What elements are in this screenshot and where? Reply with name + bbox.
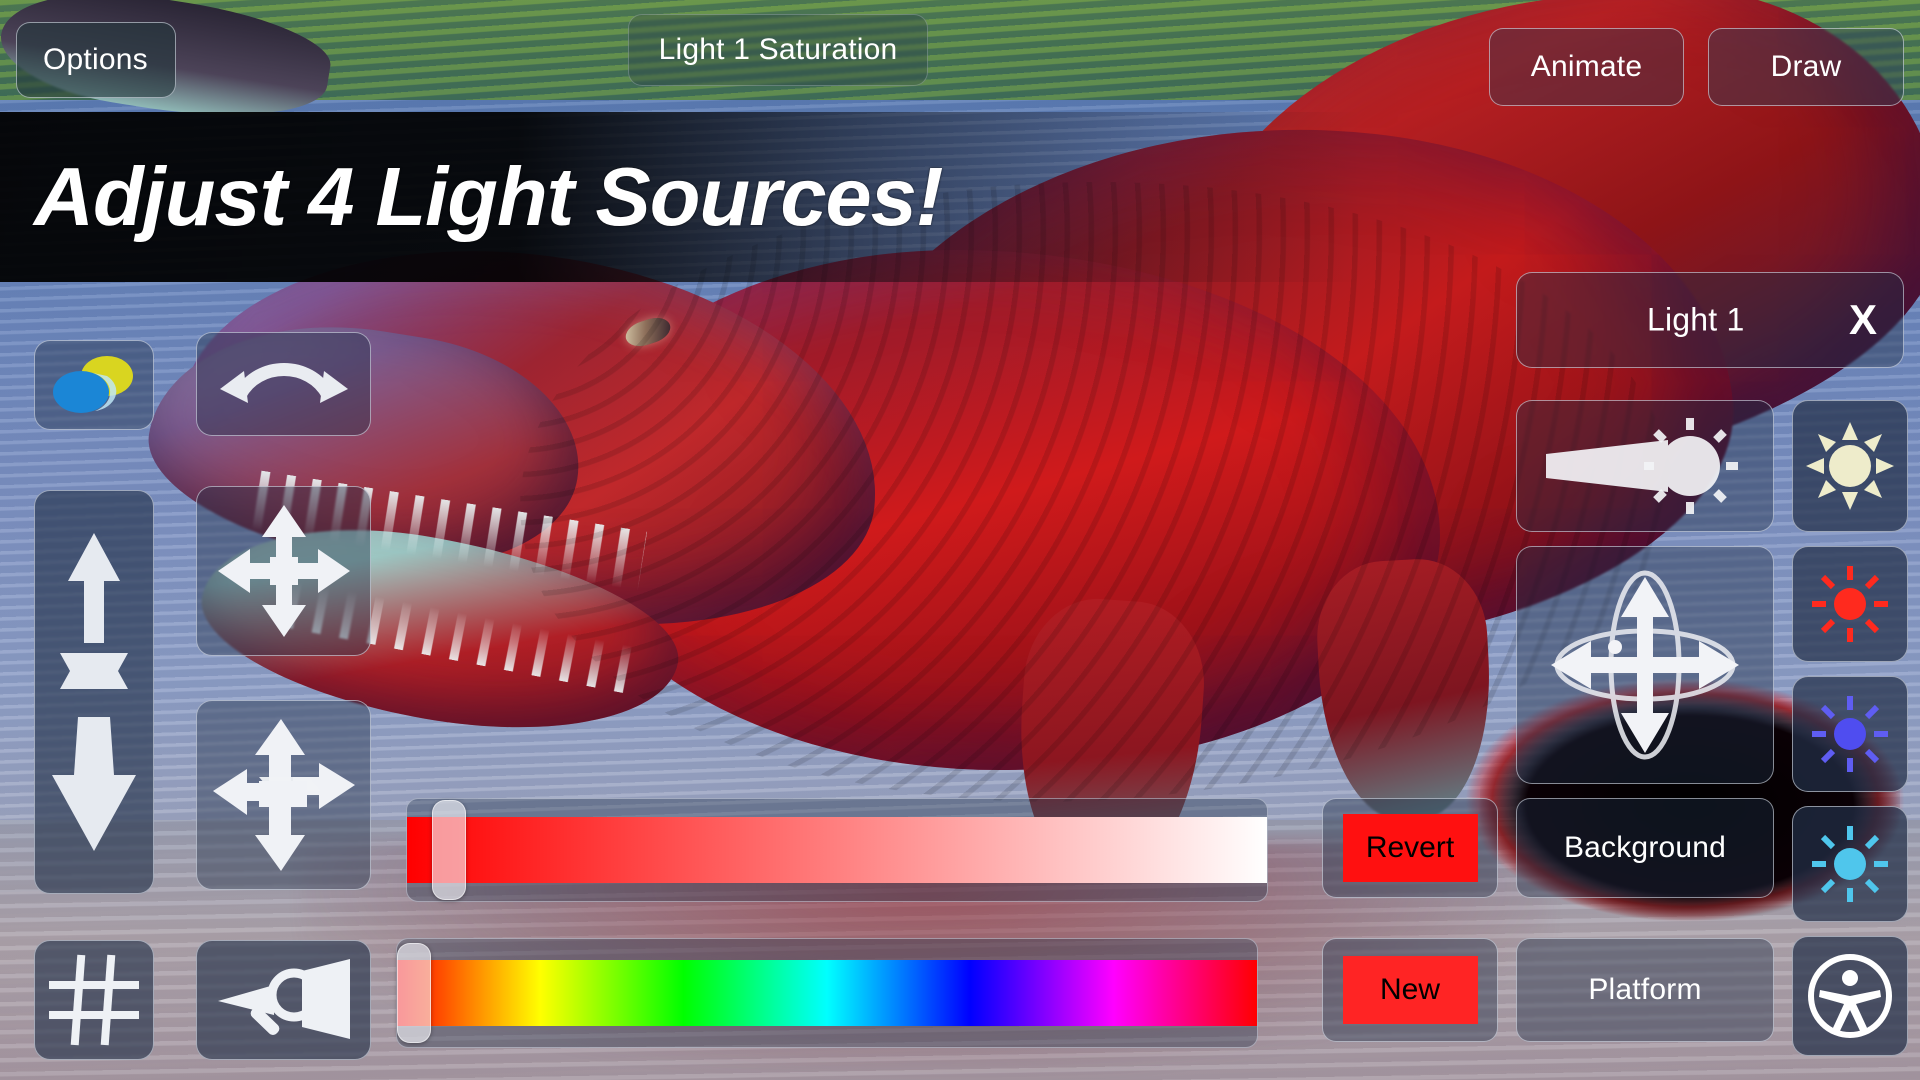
sun-light-3-icon <box>1810 694 1890 774</box>
light-swatch-4-button[interactable] <box>1792 806 1908 922</box>
saturation-slider[interactable] <box>406 798 1268 902</box>
grid-icon <box>49 954 139 1046</box>
scale-tool-button[interactable] <box>34 490 154 894</box>
promo-banner: Adjust 4 Light Sources! <box>0 112 1360 282</box>
zoom-field-of-view-icon <box>216 957 352 1043</box>
rotate-tool-button[interactable] <box>196 332 371 436</box>
light-beam-icon <box>1540 414 1750 518</box>
zoom-tool-button[interactable] <box>196 940 371 1060</box>
light-swatch-3-button[interactable] <box>1792 676 1908 792</box>
move-3d-icon <box>209 715 359 875</box>
scale-vertical-icon <box>48 527 140 857</box>
color-tool-button[interactable] <box>34 340 154 430</box>
close-icon[interactable]: X <box>1849 299 1877 341</box>
revert-color-swatch: Revert <box>1342 814 1478 882</box>
accessibility-button[interactable] <box>1792 936 1908 1056</box>
platform-button-label: Platform <box>1588 973 1702 1006</box>
draw-button[interactable]: Draw <box>1708 28 1904 106</box>
promo-banner-text: Adjust 4 Light Sources! <box>34 150 944 243</box>
move-tool-button[interactable] <box>196 486 371 656</box>
app-root: Options Light 1 Saturation Animate Draw … <box>0 0 1920 1080</box>
new-color-swatch: New <box>1342 956 1478 1024</box>
draw-button-label: Draw <box>1770 50 1842 83</box>
page-title: Light 1 Saturation <box>628 14 928 86</box>
revert-button[interactable]: Revert <box>1322 798 1498 898</box>
new-button[interactable]: New <box>1322 938 1498 1042</box>
light-panel-header: Light 1 X <box>1516 272 1904 368</box>
saturation-slider-thumb[interactable] <box>431 800 466 900</box>
hue-slider-thumb[interactable] <box>397 943 431 1043</box>
move-2d-icon <box>214 501 354 641</box>
light-beam-button[interactable] <box>1516 400 1774 532</box>
light-swatch-2-button[interactable] <box>1792 546 1908 662</box>
move-3d-tool-button[interactable] <box>196 700 371 890</box>
options-button-label: Options <box>43 43 148 76</box>
animate-button[interactable]: Animate <box>1489 28 1684 106</box>
sun-light-1-icon <box>1806 422 1894 510</box>
background-button[interactable]: Background <box>1516 798 1774 898</box>
new-button-label: New <box>1379 973 1440 1006</box>
light-orbit-button[interactable] <box>1516 546 1774 784</box>
saturation-slider-fill <box>407 817 1267 883</box>
hue-slider[interactable] <box>396 938 1258 1048</box>
light-panel-title: Light 1 <box>1647 301 1745 338</box>
sun-light-4-icon <box>1810 824 1890 904</box>
options-button[interactable]: Options <box>16 22 176 98</box>
animate-button-label: Animate <box>1530 50 1643 83</box>
revert-button-label: Revert <box>1365 831 1455 864</box>
platform-button[interactable]: Platform <box>1516 938 1774 1042</box>
color-overlay-icon <box>51 354 137 416</box>
background-button-label: Background <box>1563 831 1727 864</box>
grid-tool-button[interactable] <box>34 940 154 1060</box>
light-swatch-1-button[interactable] <box>1792 400 1908 532</box>
rotate-arc-icon <box>218 351 350 417</box>
sun-light-2-icon <box>1810 564 1890 644</box>
accessibility-icon <box>1806 952 1894 1040</box>
page-title-label: Light 1 Saturation <box>658 33 898 66</box>
light-orbit-icon <box>1541 567 1749 763</box>
hue-slider-fill <box>397 960 1257 1026</box>
